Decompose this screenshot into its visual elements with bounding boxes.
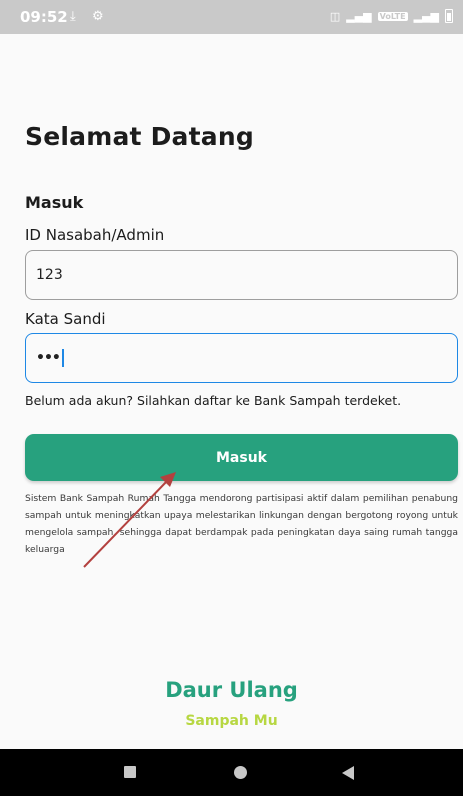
back-icon[interactable] [342, 766, 354, 780]
brand-title: Daur Ulang [165, 678, 298, 702]
annotation-arrow [83, 472, 176, 568]
brand-subtitle: Sampah Mu [185, 713, 278, 729]
home-icon[interactable] [234, 766, 247, 779]
annotation-arrow-line [83, 479, 169, 568]
recent-apps-icon[interactable] [124, 766, 136, 778]
system-nav-bar [0, 749, 463, 796]
